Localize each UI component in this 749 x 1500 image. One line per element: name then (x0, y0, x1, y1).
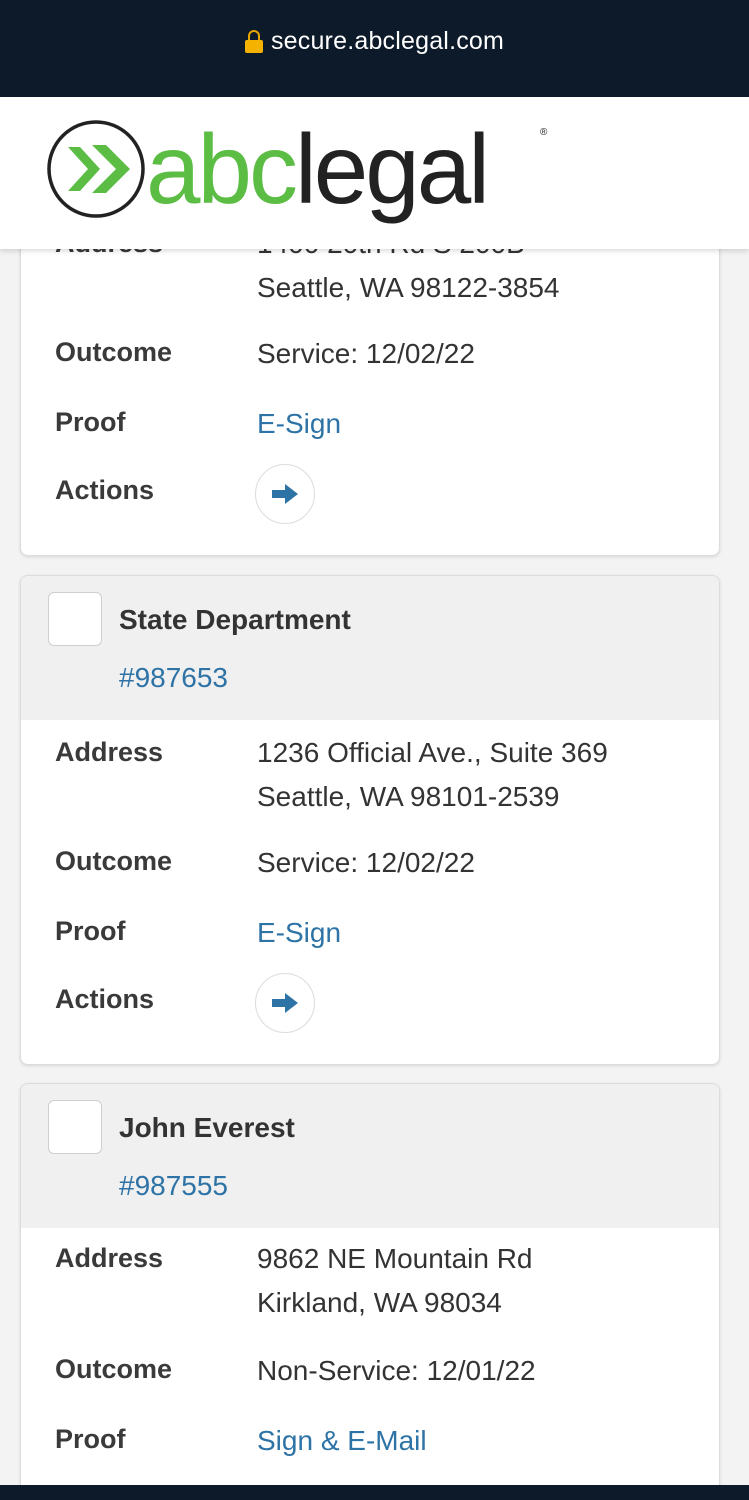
logo-text-legal: legal (295, 119, 487, 224)
open-action-button[interactable] (255, 973, 315, 1033)
url-text: secure.abclegal.com (270, 27, 505, 55)
select-checkbox[interactable] (48, 592, 102, 646)
proof-link[interactable]: E-Sign (257, 911, 341, 955)
address-label: Address (55, 737, 164, 767)
svg-text:abclegal: abclegal (146, 119, 487, 224)
order-number-link[interactable]: #987555 (119, 1170, 228, 1202)
address-value: 1236 Official Ave., Suite 369 Seattle, W… (257, 731, 608, 819)
proof-link[interactable]: Sign & E-Mail (257, 1419, 427, 1463)
actions-label: Actions (55, 984, 155, 1014)
svg-text:®: ® (540, 127, 548, 138)
arrow-right-icon (272, 993, 298, 1013)
recipient-name: State Department (119, 604, 351, 635)
outcome-label: Outcome (55, 1354, 173, 1384)
address-line-1: 1236 Official Ave., Suite 369 (257, 737, 608, 768)
outcome-value: Service: 12/02/22 (257, 338, 475, 369)
arrow-right-icon (272, 484, 298, 504)
card-header: John Everest #987555 (21, 1084, 719, 1228)
abclegal-logo[interactable]: abclegal ® (46, 119, 556, 227)
order-number-link[interactable]: #987653 (119, 662, 228, 694)
outcome-label: Outcome (55, 846, 173, 876)
recipient-name: John Everest (119, 1112, 295, 1143)
result-card: State Department #987653 Address 1236 Of… (20, 575, 720, 1065)
proof-link[interactable]: E-Sign (257, 402, 341, 446)
actions-label: Actions (55, 475, 155, 505)
address-value: 1400 20th Rd S 200B Seattle, WA 98122-38… (257, 249, 560, 310)
proof-label: Proof (55, 1424, 126, 1454)
result-card: John Everest #987555 Address 9862 NE Mou… (20, 1083, 720, 1485)
select-checkbox[interactable] (48, 1100, 102, 1154)
bottom-bar (0, 1485, 749, 1500)
logo-text-abc: abc (146, 119, 296, 224)
address-line-2: Seattle, WA 98101-2539 (257, 781, 560, 812)
lock-icon (244, 29, 263, 53)
address-label: Address (55, 249, 163, 259)
browser-url-bar[interactable]: secure.abclegal.com (0, 0, 749, 97)
proof-label: Proof (55, 916, 126, 946)
address-line-1: 9862 NE Mountain Rd (257, 1243, 533, 1274)
address-line-1: 1400 20th Rd S 200B (257, 249, 560, 266)
address-value: 9862 NE Mountain Rd Kirkland, WA 98034 (257, 1237, 533, 1325)
open-action-button[interactable] (255, 464, 315, 524)
url-display[interactable]: secure.abclegal.com (244, 27, 505, 56)
outcome-label: Outcome (55, 337, 173, 367)
address-line-2: Kirkland, WA 98034 (257, 1287, 502, 1318)
outcome-value: Non-Service: 12/01/22 (257, 1355, 536, 1386)
proof-label: Proof (55, 407, 126, 437)
app-header: abclegal ® (0, 97, 749, 249)
address-line-2: Seattle, WA 98122-3854 (257, 272, 560, 303)
address-label: Address (55, 1243, 164, 1273)
card-header: State Department #987653 (21, 576, 719, 720)
result-card: Address 1400 20th Rd S 200B Seattle, WA … (20, 249, 720, 556)
outcome-value: Service: 12/02/22 (257, 847, 475, 878)
results-list[interactable]: Address 1400 20th Rd S 200B Seattle, WA … (0, 249, 749, 1485)
